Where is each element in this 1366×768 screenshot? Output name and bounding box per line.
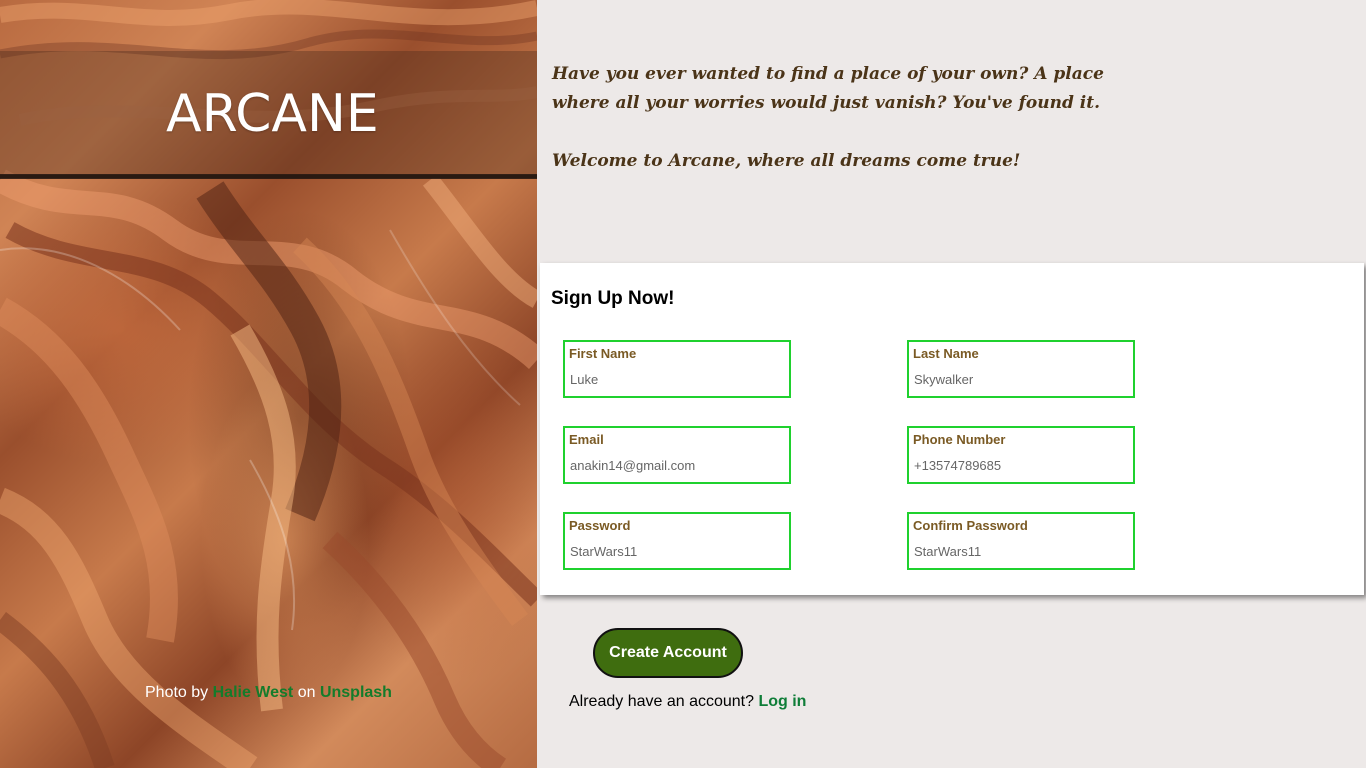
phone-number-field: Phone Number xyxy=(907,426,1135,484)
phone-number-label: Phone Number xyxy=(913,432,1006,447)
photo-credit-prefix: Photo by xyxy=(145,684,209,701)
phone-number-input[interactable] xyxy=(914,455,1124,475)
confirm-password-input[interactable] xyxy=(914,541,1124,561)
signup-title: Sign Up Now! xyxy=(551,288,675,309)
password-input[interactable] xyxy=(570,541,780,561)
photo-credit-middle: on xyxy=(297,684,316,701)
photo-author-link[interactable]: Halie West xyxy=(213,684,294,701)
login-link[interactable]: Log in xyxy=(758,693,806,710)
email-label: Email xyxy=(569,432,604,447)
signup-page: ARCANE Photo by Halie West on Unsplash H… xyxy=(0,0,1366,768)
brand-banner-divider xyxy=(0,174,537,178)
confirm-password-label: Confirm Password xyxy=(913,518,1028,533)
intro-paragraph-1: Have you ever wanted to find a place of … xyxy=(552,64,1104,113)
password-label: Password xyxy=(569,518,631,533)
last-name-field: Last Name xyxy=(907,340,1135,398)
login-prompt-text: Already have an account? xyxy=(569,693,755,710)
intro-message: Have you ever wanted to find a place of … xyxy=(552,60,1152,205)
confirm-password-field: Confirm Password xyxy=(907,512,1135,570)
login-prompt: Already have an account? Log in xyxy=(569,693,806,711)
brand-title: ARCANE xyxy=(166,84,379,144)
canyon-hero-image: ARCANE Photo by Halie West on Unsplash xyxy=(0,0,537,768)
last-name-input[interactable] xyxy=(914,369,1124,389)
photo-source-link[interactable]: Unsplash xyxy=(320,684,392,701)
password-field: Password xyxy=(563,512,791,570)
last-name-label: Last Name xyxy=(913,346,979,361)
signup-form: Sign Up Now! First Name Last Name Email … xyxy=(540,263,1364,595)
create-account-button[interactable]: Create Account xyxy=(593,628,743,678)
email-field: Email xyxy=(563,426,791,484)
first-name-field: First Name xyxy=(563,340,791,398)
first-name-label: First Name xyxy=(569,346,637,361)
photo-credit: Photo by Halie West on Unsplash xyxy=(145,683,392,703)
intro-paragraph-2: Welcome to Arcane, where all dreams come… xyxy=(552,151,1021,171)
email-input[interactable] xyxy=(570,455,780,475)
first-name-input[interactable] xyxy=(570,369,780,389)
